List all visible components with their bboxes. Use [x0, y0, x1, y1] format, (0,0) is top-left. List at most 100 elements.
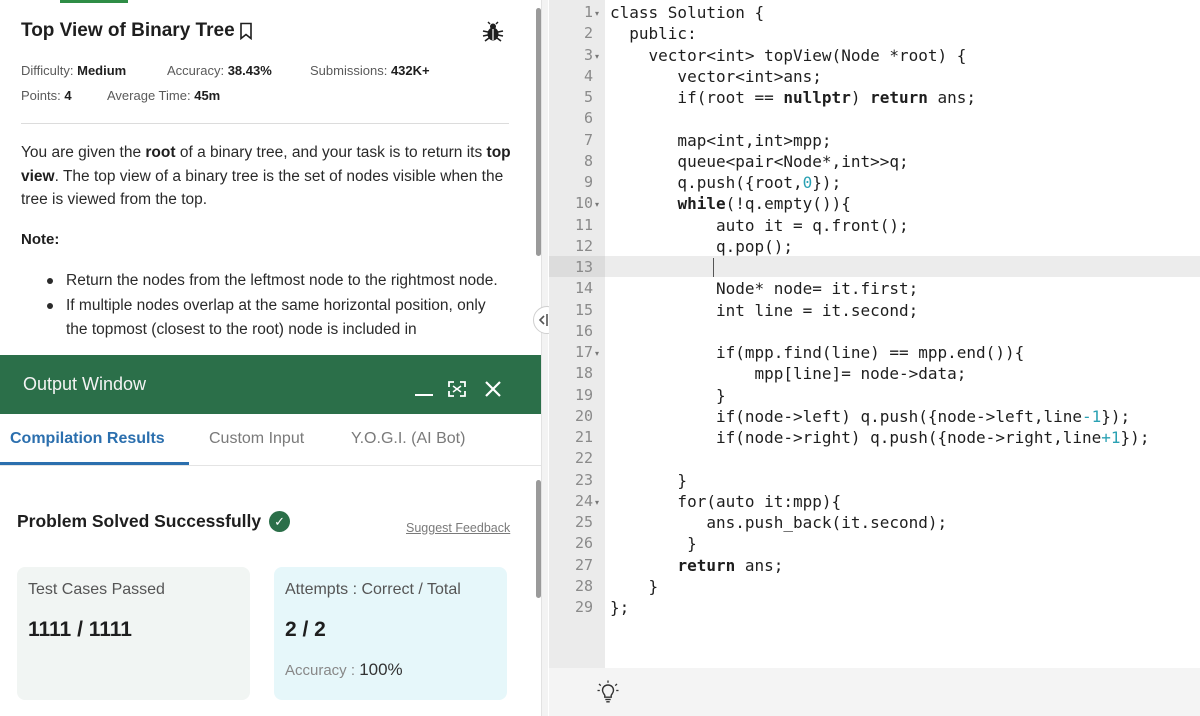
line-number: 11: [574, 215, 593, 234]
line-number: 14: [574, 279, 593, 298]
submissions-meta: Submissions: 432K+: [310, 63, 430, 78]
tab-compilation-results[interactable]: Compilation Results: [10, 430, 165, 448]
line-number: 4: [583, 66, 593, 85]
line-number: 27: [574, 555, 593, 574]
line-number: 13: [574, 258, 593, 276]
bookmark-icon[interactable]: [239, 22, 253, 40]
code-line[interactable]: for(auto it:mpp){: [610, 492, 841, 511]
line-number: 29: [574, 598, 593, 616]
code-line[interactable]: mpp[line]= node->data;: [610, 364, 966, 383]
code-line[interactable]: if(node->left) q.push({node->left,line-1…: [610, 407, 1130, 426]
desc-text-2: of a binary tree, and your task is to re…: [175, 144, 487, 161]
desc-text-3: . The top view of a binary tree is the s…: [21, 167, 504, 209]
code-line[interactable]: q.push({root,0});: [610, 173, 841, 192]
code-line[interactable]: ans.push_back(it.second);: [610, 513, 947, 532]
line-number: 22: [574, 449, 593, 468]
line-number: 16: [574, 321, 593, 340]
close-icon[interactable]: [484, 380, 502, 398]
code-line[interactable]: vector<int>ans;: [610, 67, 822, 86]
points-label: Points:: [21, 88, 61, 103]
fold-arrow-icon[interactable]: ▾: [595, 52, 599, 61]
suggest-feedback-link[interactable]: Suggest Feedback: [406, 521, 510, 535]
difficulty-value: Medium: [77, 63, 127, 78]
accuracy-label: Accuracy:: [167, 63, 225, 78]
points-meta: Points: 4: [21, 88, 72, 103]
points-value: 4: [64, 88, 72, 103]
code-line[interactable]: map<int,int>mpp;: [610, 131, 831, 150]
code-line[interactable]: }: [610, 577, 659, 596]
line-number: 28: [574, 576, 593, 595]
output-window-header: Output Window: [0, 355, 541, 414]
fold-arrow-icon[interactable]: ▾: [595, 9, 599, 18]
line-number: 17: [574, 343, 593, 361]
line-number: 12: [574, 236, 593, 255]
average-time-value: 45m: [194, 88, 221, 103]
average-time-label: Average Time:: [107, 88, 191, 103]
code-line[interactable]: while(!q.empty()){: [610, 194, 850, 213]
code-line[interactable]: }: [610, 386, 726, 405]
divider: [21, 123, 509, 124]
desc-text-1: You are given the: [21, 144, 146, 161]
attempts-card: Attempts : Correct / Total 2 / 2 Accurac…: [274, 567, 507, 700]
minimize-icon[interactable]: [414, 383, 434, 397]
code-line[interactable]: return ans;: [610, 556, 783, 575]
code-line[interactable]: class Solution {: [610, 3, 764, 22]
active-line-highlight: [605, 256, 1200, 277]
code-line[interactable]: if(mpp.find(line) == mpp.end()){: [610, 343, 1024, 362]
fold-arrow-icon[interactable]: ▾: [595, 498, 599, 507]
fold-arrow-icon[interactable]: ▾: [595, 349, 599, 358]
code-line[interactable]: queue<pair<Node*,int>>q;: [610, 152, 908, 171]
code-editor[interactable]: 1 ▾ class Solution {2 public: 3 ▾ vector<int…: [549, 0, 1200, 716]
active-tab-underline: [0, 462, 189, 465]
line-number: 21: [574, 428, 593, 446]
lightbulb-icon[interactable]: [597, 680, 619, 704]
list-item: Return the nodes from the leftmost node …: [46, 269, 506, 294]
desc-bold-root: root: [145, 144, 176, 161]
code-line[interactable]: }: [610, 471, 687, 490]
code-line[interactable]: }: [610, 534, 697, 553]
code-line[interactable]: auto it = q.front();: [610, 216, 909, 235]
test-cases-value: 1111 / 1111: [28, 618, 132, 641]
result-status: Problem Solved Successfully ✓: [17, 511, 291, 532]
submissions-value: 432K+: [390, 63, 430, 78]
average-time-meta: Average Time: 45m: [107, 88, 220, 103]
problem-title: Top View of Binary Tree: [21, 20, 253, 42]
code-line[interactable]: Node* node= it.first;: [610, 279, 918, 298]
line-number: 19: [574, 385, 593, 404]
editor-footer: [549, 668, 1200, 716]
attempt-accuracy-value: 100%: [359, 660, 403, 679]
expand-icon[interactable]: [447, 380, 467, 398]
bug-icon[interactable]: [482, 21, 504, 43]
line-number: 25: [574, 513, 593, 531]
difficulty-meta: Difficulty: Medium: [21, 63, 126, 78]
line-number: 18: [574, 364, 593, 383]
code-line[interactable]: q.pop();: [610, 237, 793, 256]
fold-arrow-icon[interactable]: ▾: [595, 200, 599, 209]
test-cases-label: Test Cases Passed: [28, 581, 165, 598]
line-number: 7: [583, 130, 593, 149]
code-line[interactable]: public:: [610, 24, 696, 43]
line-number: 6: [583, 109, 593, 128]
attempts-label: Attempts : Correct / Total: [285, 581, 461, 598]
list-item: If multiple nodes overlap at the same ho…: [46, 294, 506, 343]
output-window-title: Output Window: [23, 374, 147, 394]
line-number: 10: [574, 194, 593, 213]
active-tab-indicator: [60, 0, 128, 3]
output-tabs: Compilation Results Custom Input Y.O.G.I…: [0, 414, 541, 466]
code-line[interactable]: };: [610, 598, 629, 617]
code-line[interactable]: if(root == nullptr) return ans;: [610, 88, 976, 107]
code-line[interactable]: vector<int> topView(Node *root) {: [610, 46, 967, 65]
panel-splitter[interactable]: [541, 0, 548, 716]
note-list: Return the nodes from the leftmost node …: [46, 269, 506, 343]
line-number: 2: [583, 24, 593, 43]
test-cases-card: Test Cases Passed 1111 / 1111: [17, 567, 250, 700]
tab-custom-input[interactable]: Custom Input: [209, 430, 304, 448]
code-line[interactable]: if(node->right) q.push({node->right,line…: [610, 428, 1150, 447]
attempt-accuracy: Accuracy : 100%: [285, 660, 403, 680]
attempts-value: 2 / 2: [285, 618, 326, 641]
line-number: 8: [583, 151, 593, 170]
line-number: 3: [583, 45, 593, 64]
tab-yogi-ai-bot[interactable]: Y.O.G.I. (AI Bot): [351, 430, 465, 448]
code-line[interactable]: int line = it.second;: [610, 301, 918, 320]
check-circle-icon: ✓: [269, 511, 291, 532]
